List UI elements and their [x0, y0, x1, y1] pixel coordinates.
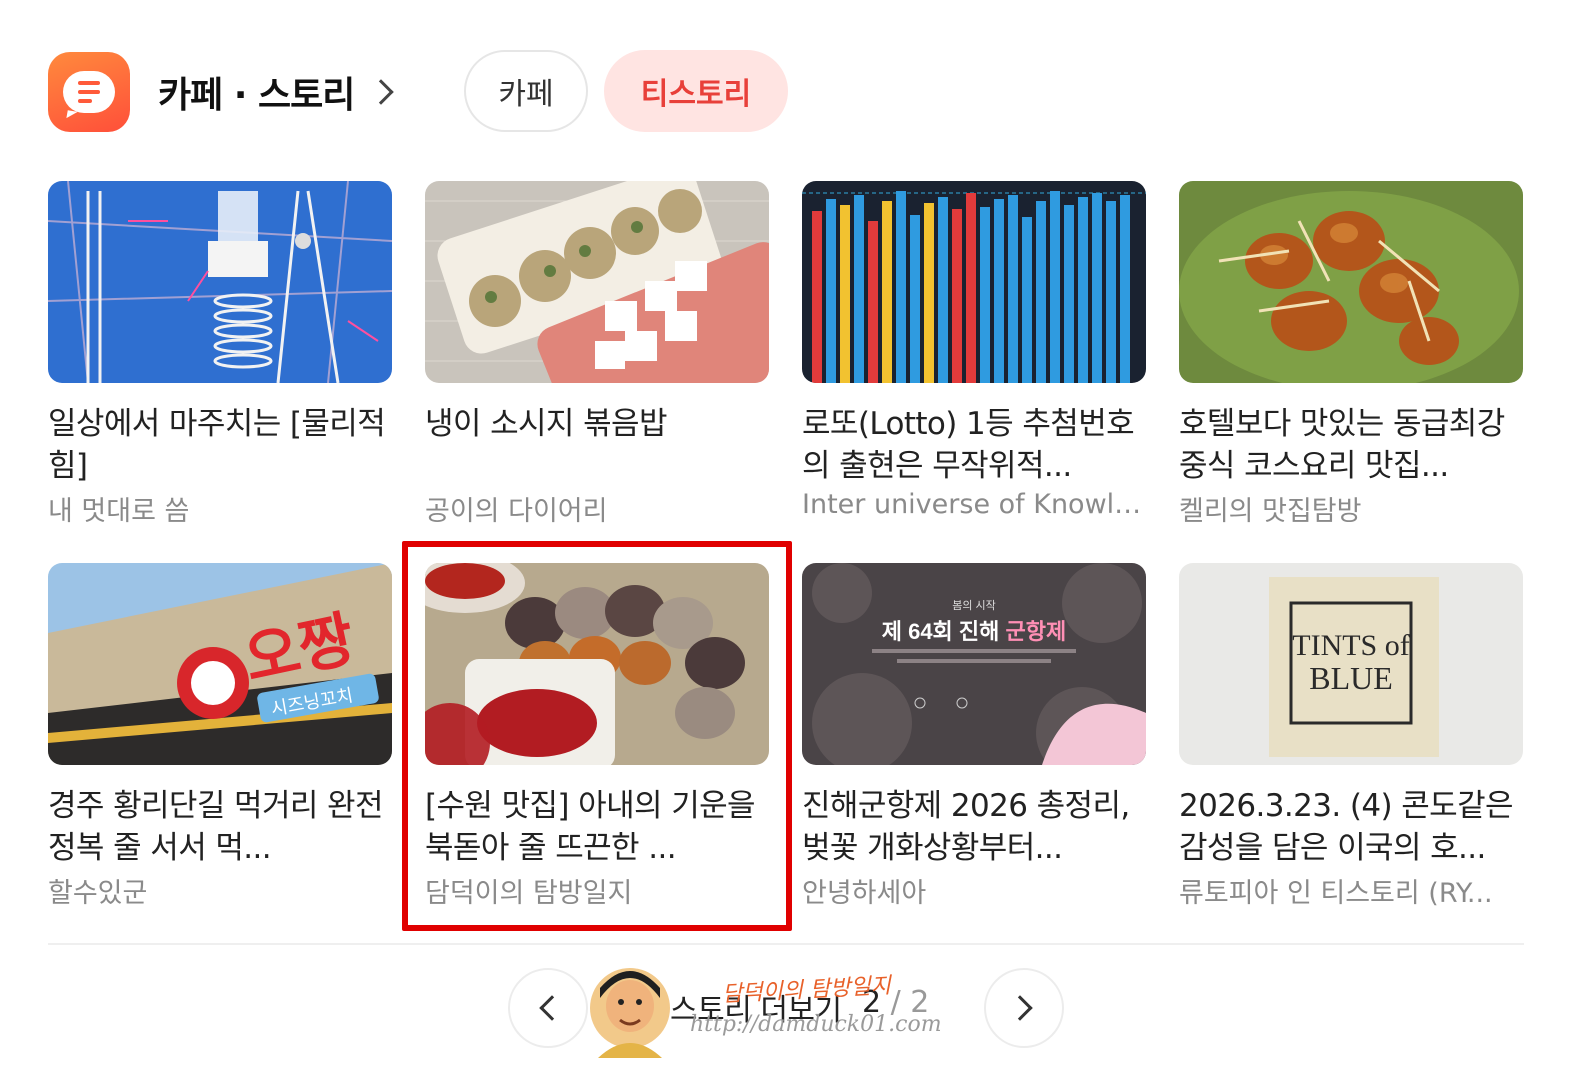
avatar [590, 968, 670, 1058]
watermark-url: http://damduck01.com [690, 1012, 942, 1037]
chevron-right-icon [1007, 995, 1033, 1021]
section-header: 카페 · 스토리 [48, 52, 395, 132]
story-item[interactable]: 일상에서 마주치는 [물리적 힘] 내 멋대로 씀 [48, 181, 392, 528]
bar-graph-image [802, 181, 1146, 383]
blog-name[interactable]: 내 멋대로 씀 [48, 489, 392, 528]
tab-cafe[interactable]: 카페 [464, 50, 588, 132]
next-page-button[interactable] [984, 968, 1064, 1048]
poster-title-text: 제 64회 진해 군항제 [882, 619, 1067, 644]
item-title[interactable]: 호텔보다 맛있는 동급최강 중식 코스요리 맛집... [1179, 403, 1523, 487]
blog-name[interactable]: 켈리의 맛집탐방 [1179, 489, 1523, 528]
section-title[interactable]: 카페 · 스토리 [158, 66, 355, 118]
blog-name[interactable]: 류토피아 인 티스토리 (RY... [1179, 871, 1523, 910]
item-title[interactable]: 경주 황리단길 먹거리 완전 정복 줄 서서 먹... [48, 785, 392, 869]
item-title[interactable]: 진해군항제 2026 총정리, 벚꽃 개화상황부터... [802, 785, 1146, 869]
shrimp-dish-image [1179, 181, 1523, 383]
blog-name[interactable]: 할수있군 [48, 871, 392, 910]
tab-tistory[interactable]: 티스토리 [604, 50, 788, 132]
blog-name[interactable]: Inter universe of Knowledg... [802, 489, 1146, 520]
story-item[interactable]: 냉이 소시지 볶음밥 공이의 다이어리 [425, 181, 769, 528]
physics-drawing-image [48, 181, 392, 383]
story-item[interactable]: 호텔보다 맛있는 동급최강 중식 코스요리 맛집... 켈리의 맛집탐방 [1179, 181, 1523, 528]
lunchbox-image [425, 181, 769, 383]
shop-sign-image: 오짱 시즈닝꼬치 [48, 563, 392, 765]
poster-small-text: 봄의 시작 [952, 599, 996, 612]
label-line1-text: TINTS of [1292, 629, 1409, 662]
divider [48, 943, 1524, 945]
festival-poster-image: 봄의 시작 제 64회 진해 군항제 [802, 563, 1146, 765]
story-item[interactable]: 로또(Lotto) 1등 추첨번호의 출현은 무작위적... Inter uni… [802, 181, 1146, 520]
item-title[interactable]: 일상에서 마주치는 [물리적 힘] [48, 403, 392, 487]
blog-name[interactable]: 공이의 다이어리 [425, 489, 769, 528]
story-card: 카페 · 스토리 카페 티스토리 일상에서 마주치는 [물리적 힘] 내 멋대로… [0, 0, 1586, 1080]
label-line2-text: BLUE [1309, 660, 1393, 696]
story-item[interactable]: 오짱 시즈닝꼬치 경주 황리단길 먹거리 완전 정복 줄 서서 먹... 할수있… [48, 563, 392, 910]
chevron-right-icon[interactable] [368, 79, 395, 105]
cafe-story-logo-icon [48, 52, 130, 132]
story-item[interactable]: 봄의 시작 제 64회 진해 군항제 진해군항제 2026 총정리, 벚꽃 개화… [802, 563, 1146, 910]
item-title[interactable]: 냉이 소시지 볶음밥 [425, 403, 769, 487]
chevron-left-icon [539, 995, 565, 1021]
item-title[interactable]: 2026.3.23. (4) 콘도같은 감성을 담은 이국의 호... [1179, 785, 1523, 869]
fabric-label-image: TINTS of BLUE [1179, 563, 1523, 765]
blog-name[interactable]: 안녕하세아 [802, 871, 1146, 910]
prev-page-button[interactable] [508, 968, 588, 1048]
highlight-box [402, 541, 792, 931]
item-title[interactable]: 로또(Lotto) 1등 추첨번호의 출현은 무작위적... [802, 403, 1146, 487]
story-item[interactable]: TINTS of BLUE 2026.3.23. (4) 콘도같은 감성을 담은… [1179, 563, 1523, 910]
